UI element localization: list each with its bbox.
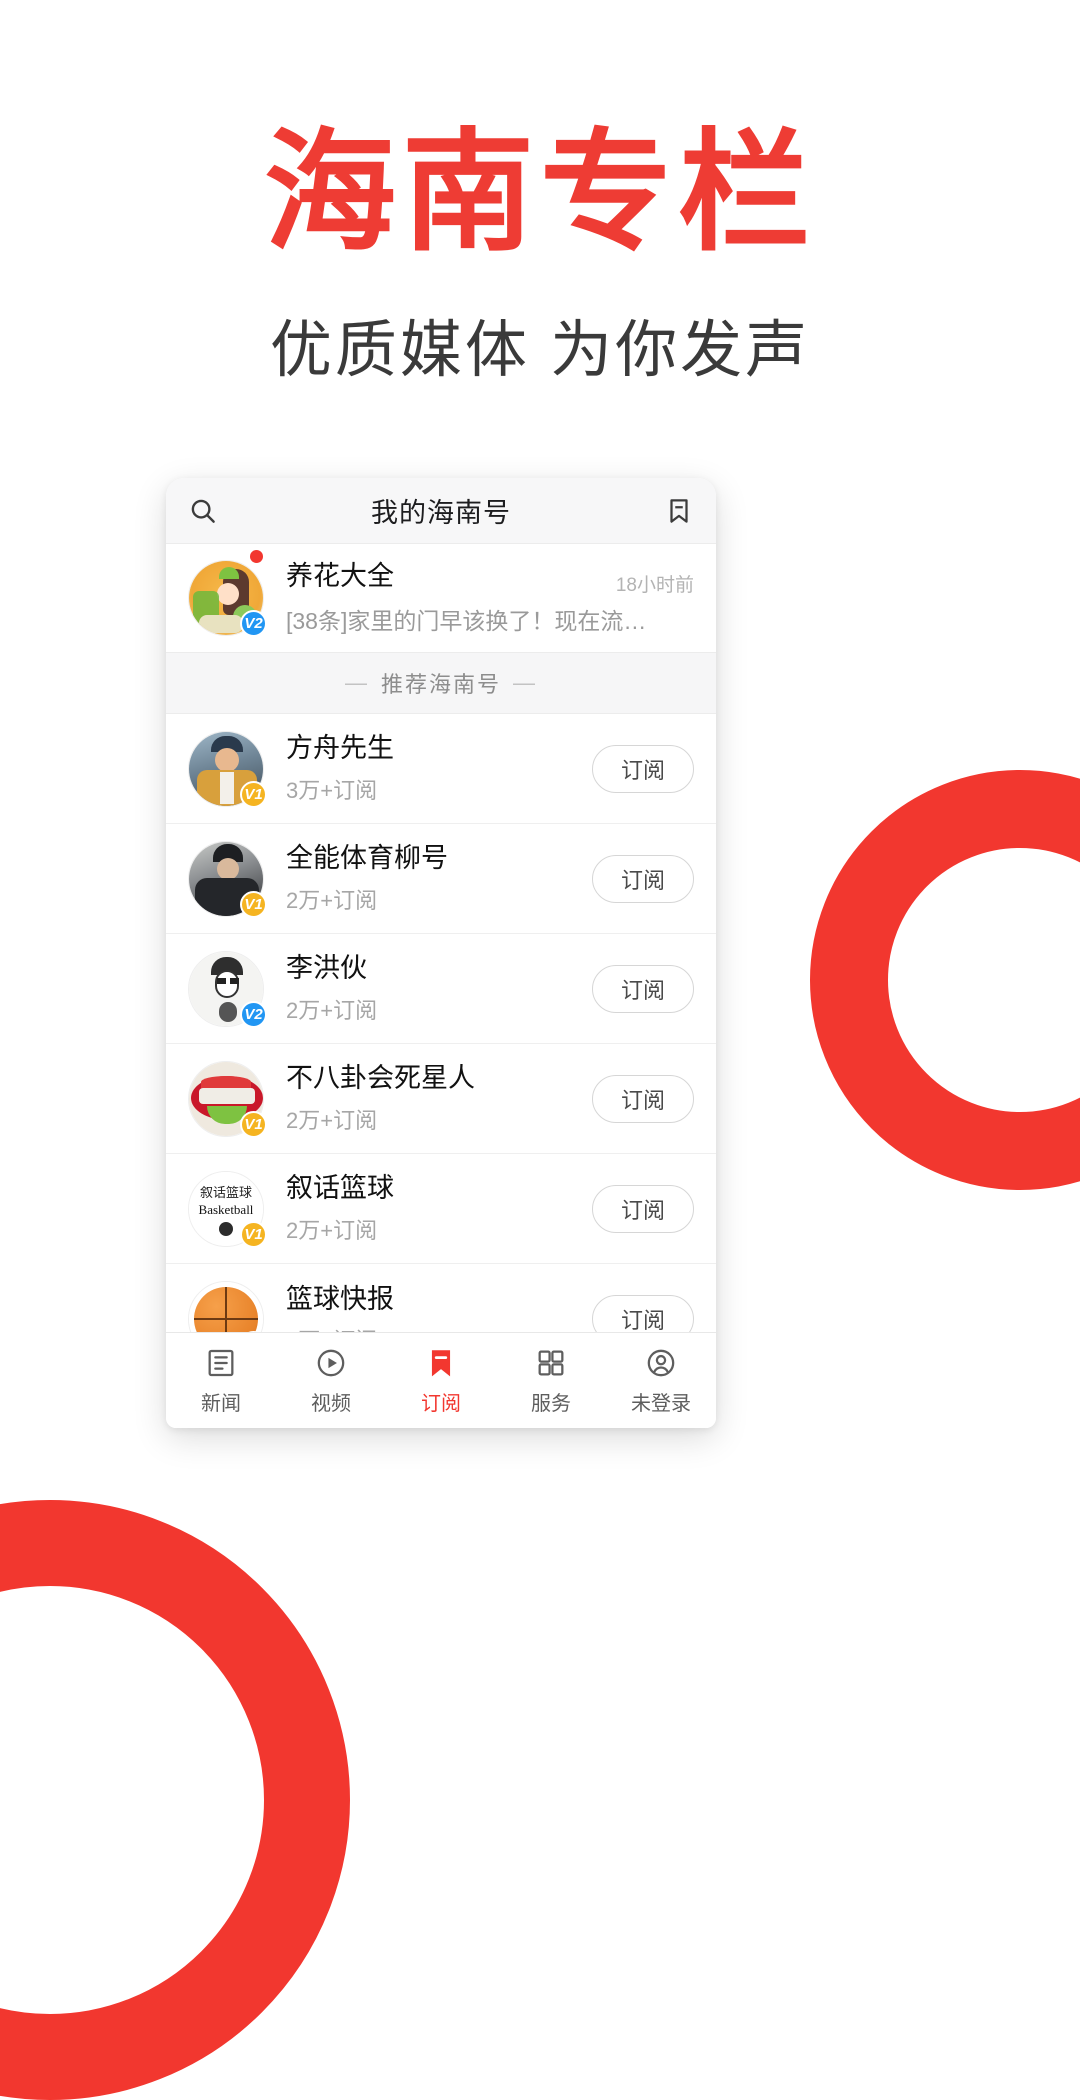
verified-badge: V1 bbox=[240, 1110, 267, 1138]
avatar bbox=[188, 1281, 264, 1332]
bookmark-outline-icon[interactable] bbox=[664, 496, 694, 526]
list-item-subs: 2万+订阅 bbox=[286, 997, 378, 1023]
my-account-row[interactable]: V2 养花大全 [38条]家里的门早该换了！现在流行这一… 18小时前 bbox=[166, 544, 716, 652]
list-item-subs: 3万+订阅 bbox=[286, 777, 378, 803]
tab-video[interactable]: 视频 bbox=[276, 1333, 386, 1428]
subscribe-button[interactable]: 订阅 bbox=[592, 1295, 694, 1332]
list-item-subs: 2万+订阅 bbox=[286, 1323, 592, 1332]
list-item-name: 全能体育柳号 bbox=[286, 843, 448, 874]
list-item-text: 叙话篮球 2万+订阅 bbox=[286, 1172, 592, 1244]
avatar-wrap: V1 bbox=[188, 730, 267, 808]
avatar-art-basketball bbox=[189, 1282, 263, 1332]
list-item-text: 全能体育柳号 2万+订阅 bbox=[286, 842, 592, 914]
avatar-wrap: V1 bbox=[188, 840, 267, 918]
subscribe-button[interactable]: 订阅 bbox=[592, 1074, 694, 1123]
list-item-subs: 2万+订阅 bbox=[286, 1107, 378, 1133]
recommend-list: V1 方舟先生 3万+订阅 订阅 V1 全能体育柳号 2万+订阅 订阅 V2 李… bbox=[166, 714, 716, 1332]
verified-badge: V1 bbox=[240, 890, 267, 918]
subscribe-button[interactable]: 订阅 bbox=[592, 744, 694, 793]
list-item-subs: 2万+订阅 bbox=[286, 887, 378, 913]
avatar-wrap: V2 bbox=[188, 950, 267, 1028]
list-item[interactable]: 叙话篮球 Basketball V1 叙话篮球 2万+订阅 订阅 bbox=[166, 1154, 716, 1264]
app-header-title: 我的海南号 bbox=[371, 498, 511, 528]
unread-dot bbox=[250, 550, 263, 563]
person-icon bbox=[644, 1346, 678, 1380]
list-item-text: 李洪伙 2万+订阅 bbox=[286, 952, 592, 1024]
tab-label: 视频 bbox=[311, 1392, 351, 1415]
verified-badge: V2 bbox=[240, 610, 267, 637]
my-account-time: 18小时前 bbox=[615, 575, 694, 596]
news-list-icon bbox=[204, 1346, 238, 1380]
section-dash-left: — bbox=[344, 670, 369, 695]
bookmark-filled-icon bbox=[424, 1346, 458, 1380]
list-item-name: 李洪伙 bbox=[286, 953, 367, 984]
avatar-wrap: 叙话篮球 Basketball V1 bbox=[188, 1170, 267, 1248]
tab-label: 订阅 bbox=[421, 1392, 461, 1415]
page-title: 海南专栏 bbox=[264, 119, 816, 266]
tab-subscribe[interactable]: 订阅 bbox=[386, 1333, 496, 1428]
hero-section: 海南专栏 优质媒体 为你发声 bbox=[0, 0, 1080, 389]
section-dash-right: — bbox=[513, 670, 537, 695]
avatar-wrap: V1 bbox=[188, 1060, 267, 1138]
verified-badge: V1 bbox=[240, 1220, 267, 1248]
verified-badge: V2 bbox=[240, 1000, 267, 1028]
list-item-text: 方舟先生 3万+订阅 bbox=[286, 732, 592, 804]
app-preview-card: 我的海南号 V2 养花大全 [38条]家里的门早该换了！现在流行 18小时前 —… bbox=[166, 478, 716, 1428]
my-account-description: [38条]家里的门早该换了！现在流行这一… bbox=[286, 607, 658, 634]
page-subtitle: 优质媒体 为你发声 bbox=[269, 316, 811, 386]
avatar-wrap: V2 bbox=[188, 560, 267, 637]
list-item-name: 方舟先生 bbox=[286, 733, 394, 764]
tab-news[interactable]: 新闻 bbox=[166, 1333, 276, 1428]
list-item-name: 不八卦会死星人 bbox=[286, 1063, 475, 1094]
subscribe-button[interactable]: 订阅 bbox=[592, 964, 694, 1013]
decorative-red-ring-right bbox=[810, 770, 1080, 1190]
bottom-tab-bar: 新闻 视频 订阅 服务 未登录 bbox=[166, 1332, 716, 1428]
subscribe-button[interactable]: 订阅 bbox=[592, 854, 694, 903]
tab-account[interactable]: 未登录 bbox=[606, 1333, 716, 1428]
list-item-subs: 2万+订阅 bbox=[286, 1217, 378, 1243]
app-header: 我的海南号 bbox=[166, 478, 716, 544]
section-header-recommend: — 推荐海南号 — bbox=[166, 652, 716, 714]
verified-badge: V1 bbox=[240, 780, 267, 808]
list-item[interactable]: V1 篮球快报 2万+订阅 订阅 bbox=[166, 1264, 716, 1332]
list-item[interactable]: V2 李洪伙 2万+订阅 订阅 bbox=[166, 934, 716, 1044]
list-item-name: 叙话篮球 bbox=[286, 1173, 394, 1204]
list-item-text: 不八卦会死星人 2万+订阅 bbox=[286, 1062, 592, 1134]
subscribe-button[interactable]: 订阅 bbox=[592, 1184, 694, 1233]
avatar-wrap: V1 bbox=[188, 1281, 267, 1332]
list-item[interactable]: V1 全能体育柳号 2万+订阅 订阅 bbox=[166, 824, 716, 934]
list-item-text: 篮球快报 2万+订阅 bbox=[286, 1283, 592, 1332]
tab-label: 新闻 bbox=[201, 1392, 241, 1415]
list-item[interactable]: V1 不八卦会死星人 2万+订阅 订阅 bbox=[166, 1044, 716, 1154]
play-circle-icon bbox=[314, 1346, 348, 1380]
decorative-red-ring-bottom bbox=[0, 1500, 350, 2100]
tab-label: 服务 bbox=[531, 1392, 571, 1415]
list-item[interactable]: V1 方舟先生 3万+订阅 订阅 bbox=[166, 714, 716, 824]
tab-services[interactable]: 服务 bbox=[496, 1333, 606, 1428]
search-icon[interactable] bbox=[188, 496, 218, 526]
list-item-name: 篮球快报 bbox=[286, 1283, 394, 1314]
section-header-label: 推荐海南号 bbox=[380, 672, 501, 697]
tab-label: 未登录 bbox=[631, 1392, 691, 1415]
grid-icon bbox=[534, 1346, 568, 1380]
